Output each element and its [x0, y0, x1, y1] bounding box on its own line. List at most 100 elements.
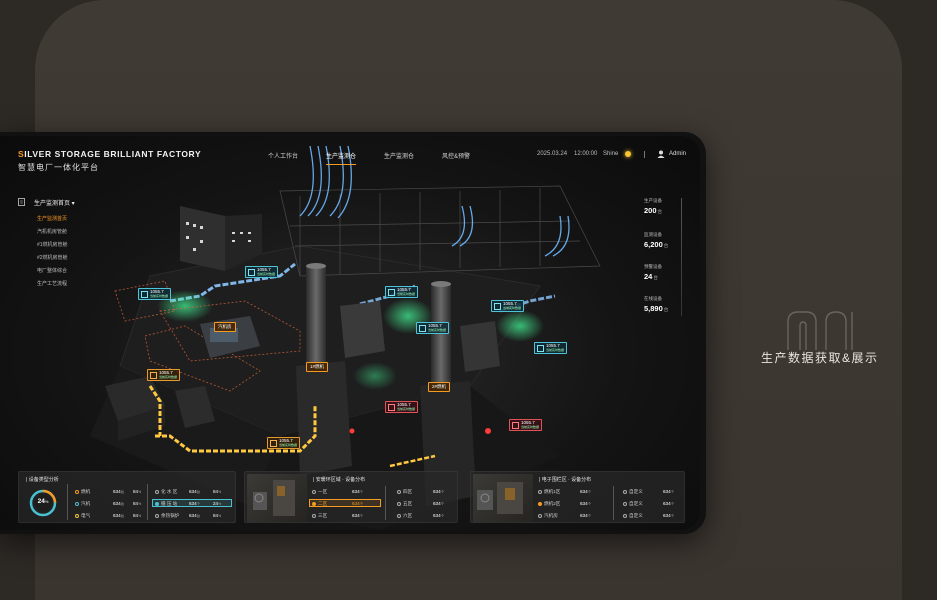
user-name[interactable]: Admin	[669, 151, 686, 157]
tag-caption: 当前实时数据	[428, 327, 447, 332]
stat-number: 5,890	[644, 304, 663, 313]
header-divider	[644, 151, 645, 158]
area-row[interactable]: 三区 634个	[312, 513, 382, 519]
tag-caption: 当前实时数据	[397, 291, 416, 296]
row-value: 634个	[433, 513, 444, 519]
row-unit: 个	[670, 490, 675, 494]
sidebar-item-gas1[interactable]: #1燃机房管舱	[37, 241, 68, 248]
user-icon[interactable]	[657, 150, 665, 158]
row-value: 634个	[433, 489, 444, 495]
bullet-icon	[623, 489, 627, 494]
stat-production: 生产设备 200台	[644, 198, 686, 215]
nav-production-monitor-2[interactable]: 生产监测仓	[384, 151, 414, 160]
sensor-tag[interactable]: 1055.7 当前实时数据	[491, 300, 525, 313]
fence-row[interactable]: 汽机房 634个	[538, 513, 610, 519]
stat-unit: 台	[653, 275, 658, 280]
stat-value: 6,200台	[644, 240, 686, 249]
row-unit: 个	[359, 514, 364, 518]
bullet-icon	[623, 501, 627, 506]
sensor-tag[interactable]: 1055.7 当前实时数据	[534, 342, 568, 355]
panel-title: | 电子围栏区 · 设备分布	[539, 477, 592, 483]
sensor-icon	[270, 439, 277, 447]
row-value: 634个	[663, 513, 674, 519]
sensor-tag[interactable]: 1055.7 当前实时数据	[138, 288, 172, 301]
row-name: 六区	[403, 513, 413, 518]
stat-label: 在线设备	[644, 296, 662, 301]
type-row-selected[interactable]: 循 压 站 634个 24%	[155, 501, 235, 507]
row-name: 余热锅炉	[161, 513, 180, 518]
fence-row[interactable]: 自定义 634个	[623, 513, 683, 519]
nav-production-monitor[interactable]: 生产监测仓	[326, 151, 357, 165]
row-value: 634台	[189, 513, 200, 519]
fence-row[interactable]: 自定义 634个	[623, 501, 683, 507]
sidebar-item-overall[interactable]: 电厂整体综合	[37, 267, 67, 274]
row-number: 634	[189, 513, 197, 518]
sun-icon	[625, 151, 631, 157]
area-row[interactable]: 四区 634个	[397, 489, 457, 495]
type-row[interactable]: 汽机 634台 84%	[75, 501, 145, 507]
fence-row[interactable]: 燃机1区 634个	[538, 489, 610, 495]
sidebar-title[interactable]: 生产监测首页 ▾	[34, 198, 75, 207]
building-label-gas1[interactable]: 1#燃机	[306, 362, 329, 372]
area-row-selected[interactable]: 二区 634个	[312, 501, 382, 507]
sensor-tag-alarm[interactable]: 1055.7 当前实时数据	[385, 401, 419, 414]
area-row[interactable]: 五区 634个	[397, 501, 457, 507]
row-pct-unit: %	[218, 502, 222, 506]
row-value: 634个	[433, 501, 444, 507]
fence-row-selected[interactable]: 燃机2区 634个	[538, 501, 610, 507]
sidebar-item-gas2[interactable]: #2燃机房管舱	[37, 254, 68, 261]
building-label-gas2[interactable]: 2#燃机	[428, 382, 451, 392]
bullet-icon	[75, 513, 79, 518]
area-row[interactable]: 六区 634个	[397, 513, 457, 519]
stat-online: 在线设备 5,890台	[644, 296, 686, 313]
row-number: 634	[663, 489, 671, 494]
row-pct-unit: %	[138, 502, 142, 506]
fence-row[interactable]: 自定义 634个	[623, 489, 683, 495]
nav-workbench[interactable]: 个人工作台	[268, 151, 298, 160]
panel-title: | 安暖环区域 · 设备分布	[313, 477, 366, 483]
panel-title: | 设备类型分析	[26, 477, 59, 483]
bullet-icon	[155, 501, 159, 506]
row-name: 四区	[403, 489, 413, 494]
nav-risk-warning[interactable]: 风控&预警	[442, 151, 470, 160]
area-thumbnail[interactable]	[247, 474, 307, 522]
type-row[interactable]: 余热锅炉 634台 84%	[155, 513, 235, 519]
fence-thumbnail[interactable]	[473, 474, 533, 522]
sensor-tag[interactable]: 1055.7 当前实时数据	[385, 286, 419, 299]
area-row[interactable]: 一区 634个	[312, 489, 382, 495]
row-unit: 个	[587, 490, 592, 494]
stat-unit: 台	[663, 307, 669, 312]
bullet-icon	[538, 513, 542, 518]
row-value: 634个	[663, 489, 674, 495]
sensor-tag[interactable]: 1055.7 当前实时数据	[245, 266, 279, 279]
area-thumbnail-graphic	[253, 480, 295, 516]
row-number: 634	[113, 513, 121, 518]
sensor-tag-alarm[interactable]: 1055.7 当前实时数据	[509, 419, 543, 432]
type-row[interactable]: 电气 634台 84%	[75, 513, 145, 519]
sensor-icon	[512, 421, 519, 429]
row-name: 一区	[318, 489, 328, 494]
row-unit: 个	[196, 502, 201, 506]
stat-label: 生产设备	[644, 198, 662, 203]
sensor-tag-warning[interactable]: 1055.7 当前实时数据	[267, 437, 301, 450]
row-value: 634个	[352, 501, 363, 507]
bullet-icon	[538, 501, 542, 506]
panel-equipment-types: | 设备类型分析 24% 燃机 634台 84% 汽机 634台 84% 电气 634台 8…	[18, 471, 236, 523]
sidebar-item-turbine[interactable]: 汽机机房管舱	[37, 228, 67, 235]
row-number: 634	[113, 501, 121, 506]
bullet-icon	[312, 489, 316, 494]
building-label-turbine[interactable]: 汽机房	[214, 322, 236, 332]
sensor-tag-warning[interactable]: 1055.7 当前实时数据	[147, 369, 181, 382]
panel-fence-distribution: | 电子围栏区 · 设备分布 燃机1区 634个 燃机2区 634个 汽机房 634个…	[470, 471, 685, 523]
panel-area-distribution: | 安暖环区域 · 设备分布 一区 634个 二区 634个 三区 634个 四区 63…	[244, 471, 458, 523]
type-row[interactable]: 化 水 区 634台 84%	[155, 489, 235, 495]
row-name: 五区	[403, 501, 413, 506]
row-unit: 台	[196, 514, 201, 518]
row-value: 634个	[580, 501, 591, 507]
sidebar-item-process[interactable]: 生产工艺流程	[37, 280, 67, 287]
type-row[interactable]: 燃机 634台 84%	[75, 489, 145, 495]
row-number: 634	[352, 513, 360, 518]
sensor-tag[interactable]: 1055.7 当前实时数据	[416, 322, 450, 335]
row-name: 化 水 区	[161, 489, 178, 494]
sidebar-item-home[interactable]: 生产监测首页	[37, 215, 67, 222]
